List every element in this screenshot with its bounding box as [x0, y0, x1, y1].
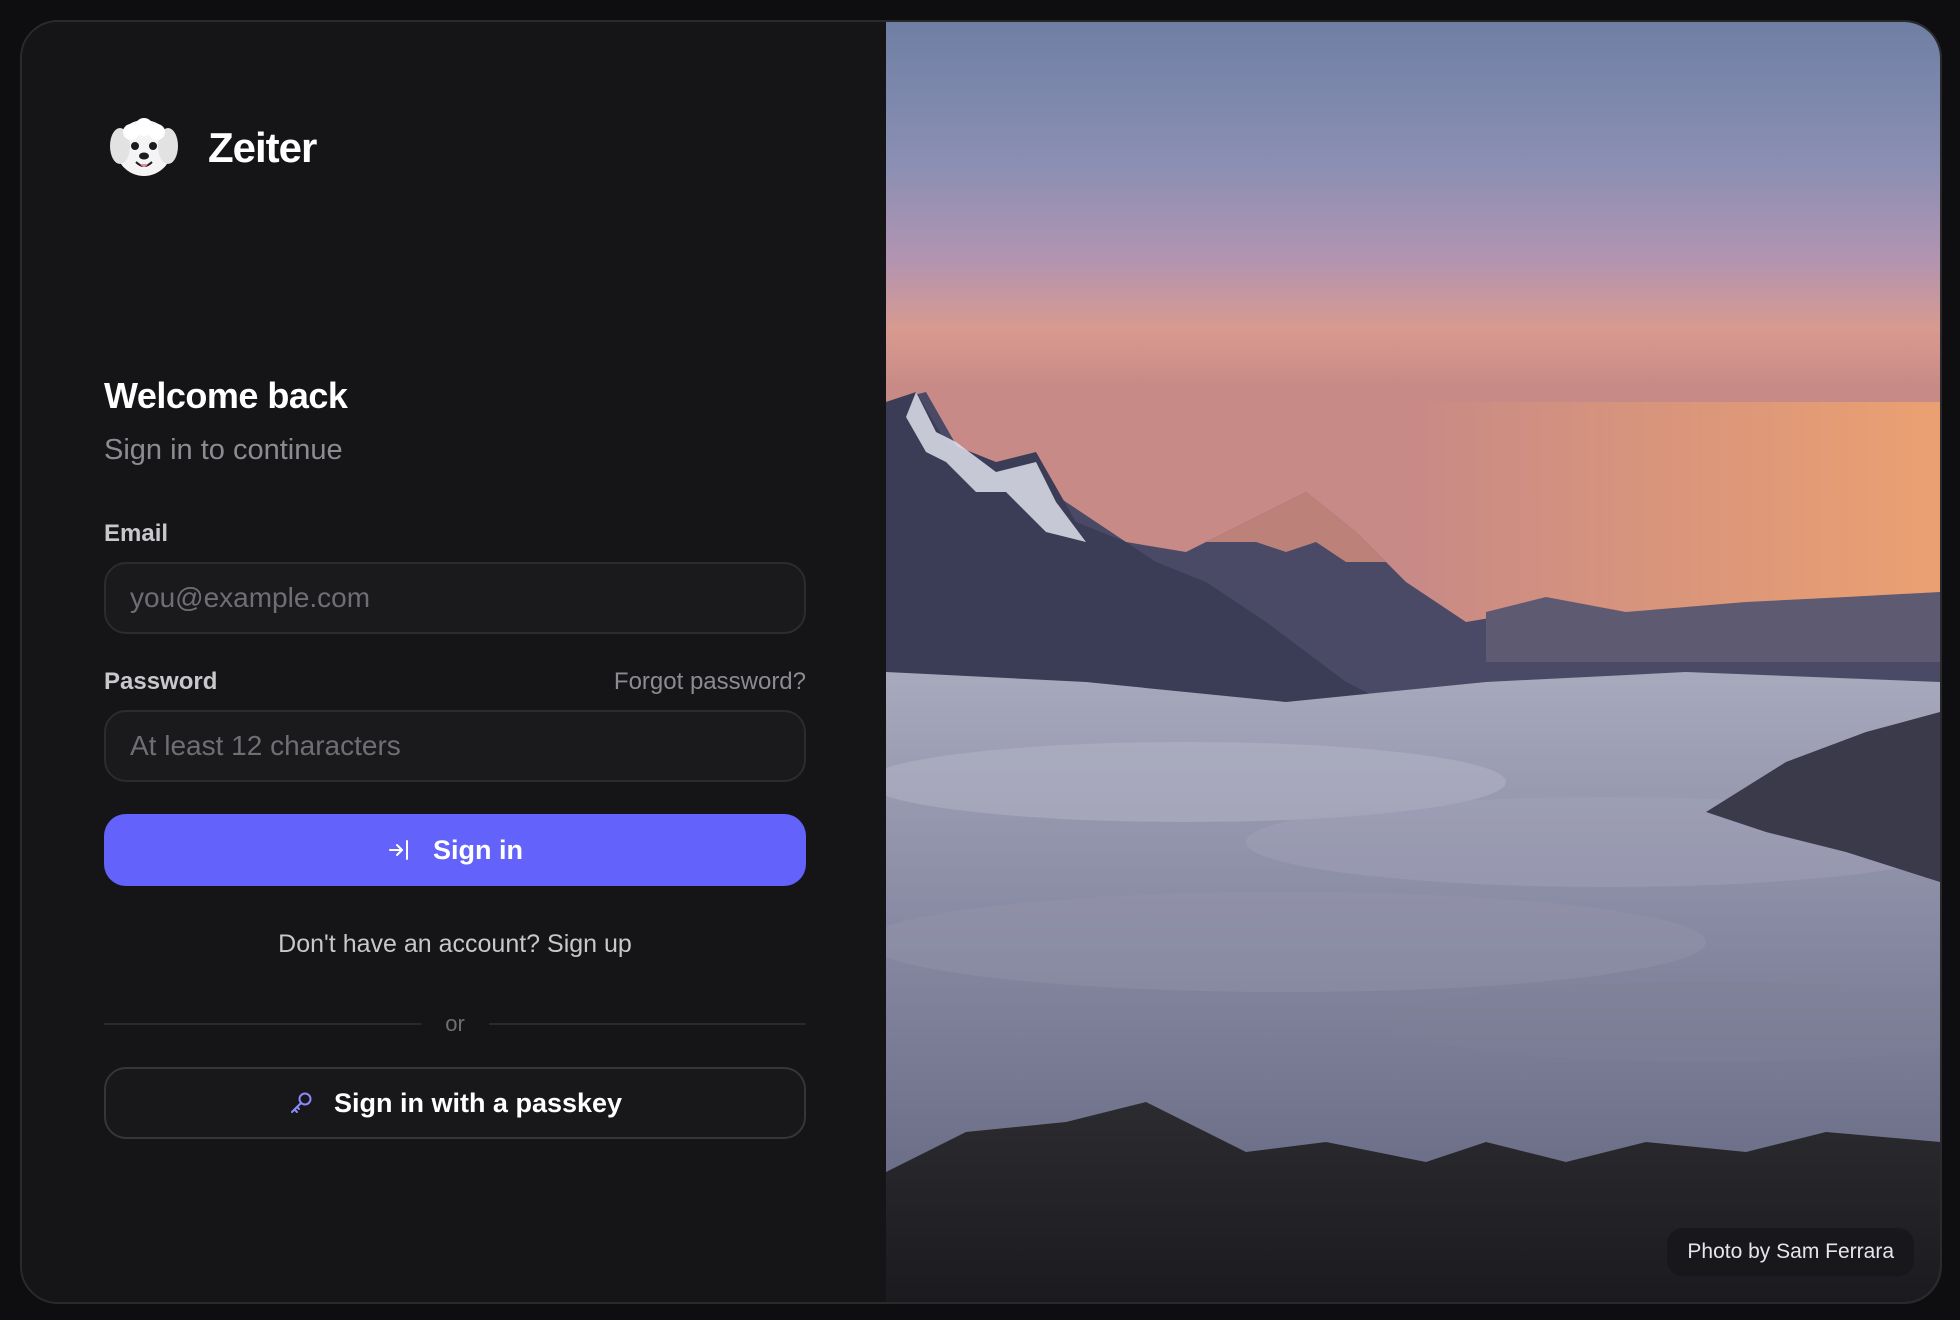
dog-face-logo-icon	[110, 118, 178, 176]
mountain-sunset-photo	[886, 22, 1940, 1302]
login-panel: Zeiter Welcome back Sign in to continue …	[22, 22, 886, 1302]
divider-line-right	[488, 1023, 806, 1025]
login-form: Welcome back Sign in to continue Email P…	[104, 374, 806, 1139]
password-input[interactable]	[104, 710, 806, 782]
login-arrow-icon	[389, 840, 408, 860]
email-label-row: Email	[104, 520, 806, 548]
email-input[interactable]	[104, 562, 806, 634]
brand: Zeiter	[106, 110, 317, 186]
page-subtitle: Sign in to continue	[104, 434, 343, 466]
key-icon	[290, 1092, 312, 1113]
sign-up-link[interactable]: Don't have an account? Sign up	[104, 930, 806, 959]
passkey-sign-in-button[interactable]: Sign in with a passkey	[104, 1067, 806, 1139]
sign-in-button-label: Sign in	[433, 834, 523, 865]
or-divider: or	[104, 1011, 806, 1037]
password-label: Password	[104, 668, 218, 695]
photo-credit: Photo by Sam Ferrara	[1667, 1228, 1914, 1276]
forgot-password-link[interactable]: Forgot password?	[614, 668, 806, 696]
login-window: Zeiter Welcome back Sign in to continue …	[20, 20, 1942, 1304]
brand-name: Zeiter	[208, 124, 317, 171]
page-title: Welcome back	[104, 375, 348, 416]
password-label-row: Password Forgot password?	[104, 668, 806, 696]
sign-in-button[interactable]: Sign in	[104, 814, 806, 886]
divider-text: or	[445, 1011, 465, 1036]
passkey-button-label: Sign in with a passkey	[333, 1087, 623, 1118]
divider-line-left	[104, 1023, 422, 1025]
email-label: Email	[104, 520, 169, 547]
hero-panel: Photo by Sam Ferrara	[886, 22, 1940, 1302]
